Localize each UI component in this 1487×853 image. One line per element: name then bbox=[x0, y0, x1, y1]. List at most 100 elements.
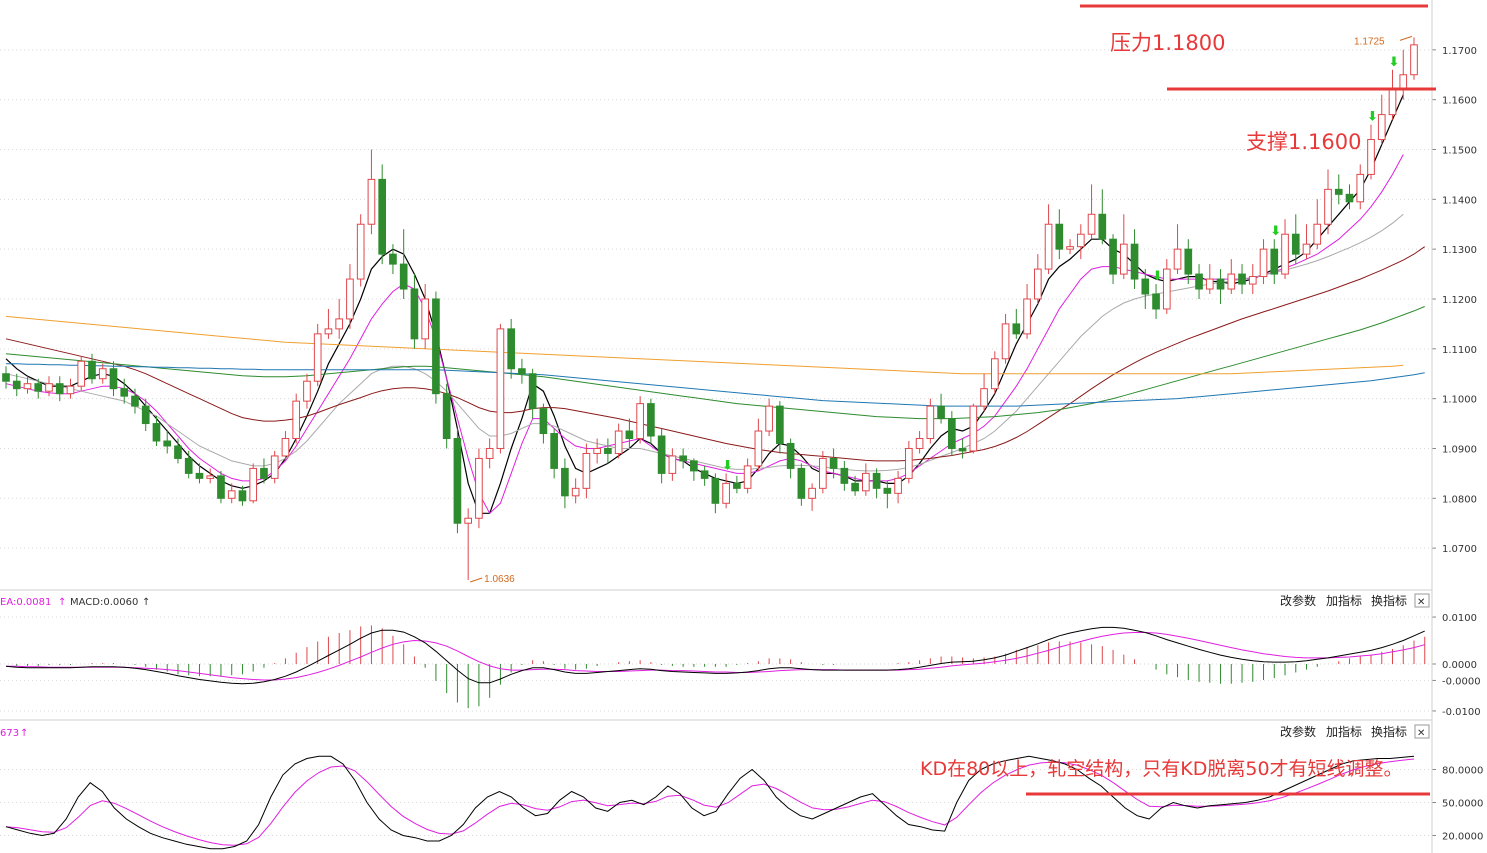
macd-switch-indicator-button[interactable]: 换指标 bbox=[1371, 593, 1407, 608]
candlestick bbox=[389, 244, 397, 275]
candle-body-up bbox=[905, 447, 913, 479]
candle-body-up bbox=[367, 178, 376, 225]
candle-body-up bbox=[722, 482, 730, 504]
price-tick-label: 1.1000 bbox=[1442, 395, 1477, 406]
candle-body-up bbox=[98, 368, 107, 380]
candlestick bbox=[1044, 204, 1053, 275]
candle-body-up bbox=[346, 278, 354, 320]
macd-tick-label: 0.0000 bbox=[1442, 660, 1477, 671]
dif-line bbox=[5, 626, 1425, 685]
price-tick-label: 1.1400 bbox=[1442, 195, 1477, 206]
kd-tick-label: 20.0000 bbox=[1442, 832, 1483, 843]
candle-body-up bbox=[1302, 243, 1311, 255]
candle-body-down bbox=[88, 360, 96, 380]
candle-body-down bbox=[141, 405, 150, 425]
candle-body-down bbox=[399, 263, 408, 290]
candlestick bbox=[1291, 214, 1300, 265]
dea-value-label: EA:0.0081 bbox=[0, 597, 51, 608]
macd-arrow-icon: ↑ bbox=[142, 597, 150, 608]
candlestick bbox=[1205, 264, 1214, 294]
candlestick bbox=[636, 396, 644, 444]
candle-body-down bbox=[217, 475, 225, 499]
candle-body-up bbox=[1119, 243, 1128, 275]
moving-average-line bbox=[5, 94, 1404, 514]
candle-body-up bbox=[270, 455, 279, 479]
candle-body-down bbox=[851, 482, 859, 492]
macd-add-indicator-button[interactable]: 加指标 bbox=[1326, 593, 1362, 608]
candlestick bbox=[1087, 184, 1096, 240]
candle-body-down bbox=[1152, 293, 1160, 310]
candle-body-up bbox=[1367, 139, 1375, 175]
candle-body-down bbox=[604, 447, 612, 454]
candlestick bbox=[1055, 209, 1064, 260]
candle-body-up bbox=[582, 452, 591, 489]
candle-body-down bbox=[786, 442, 795, 469]
candle-body-down bbox=[1055, 223, 1064, 250]
candlestick bbox=[700, 465, 709, 486]
candle-body-up bbox=[496, 328, 505, 449]
candle-body-down bbox=[1130, 243, 1139, 280]
candle-body-up bbox=[324, 328, 333, 335]
dea-line bbox=[6, 632, 1425, 681]
candlestick bbox=[442, 383, 451, 449]
candle-body-up bbox=[292, 400, 301, 440]
candle-body-down bbox=[829, 457, 838, 469]
high-marker-line bbox=[1399, 35, 1413, 41]
moving-average-line bbox=[6, 363, 1425, 407]
candle-body-up bbox=[1033, 268, 1042, 300]
candlestick bbox=[679, 448, 687, 469]
candle-body-up bbox=[1259, 248, 1268, 278]
candle-body-down bbox=[561, 467, 569, 497]
kd-switch-indicator-button[interactable]: 换指标 bbox=[1371, 724, 1407, 739]
candle-body-down bbox=[1345, 193, 1354, 203]
low-price-label: 1.0636 bbox=[484, 574, 515, 585]
kd-arrow-icon: ↑ bbox=[20, 728, 28, 739]
candle-body-down bbox=[840, 467, 849, 484]
candlestick bbox=[464, 508, 472, 581]
candle-body-down bbox=[12, 380, 21, 390]
candlestick bbox=[174, 438, 182, 464]
kd-change-params-button[interactable]: 改参数 bbox=[1280, 724, 1316, 739]
buy-signal-arrow-icon: ⬇ bbox=[1152, 268, 1163, 283]
candle-body-up bbox=[593, 447, 601, 454]
candlestick bbox=[324, 308, 333, 339]
candlestick bbox=[1076, 224, 1085, 260]
candlestick bbox=[1023, 284, 1031, 339]
candlestick bbox=[1130, 229, 1139, 290]
candle-body-down bbox=[184, 457, 193, 474]
candlestick bbox=[528, 368, 537, 419]
candle-body-down bbox=[1141, 278, 1150, 295]
candlestick bbox=[281, 431, 290, 461]
candle-body-up bbox=[894, 477, 902, 494]
kd-annotation: KD在80以上，轧空结构，只有KD脱离50才有短线调整。 bbox=[920, 758, 1403, 780]
kd-add-indicator-button[interactable]: 加指标 bbox=[1326, 724, 1362, 739]
price-tick-label: 1.1300 bbox=[1442, 245, 1477, 256]
candle-body-up bbox=[915, 438, 924, 449]
candle-body-up bbox=[227, 490, 236, 499]
candle-body-down bbox=[937, 405, 945, 420]
resistance-annotation: 压力1.1800 bbox=[1110, 31, 1225, 55]
candlestick bbox=[1313, 199, 1322, 250]
candle-body-up bbox=[1087, 213, 1096, 235]
candlestick bbox=[754, 418, 763, 471]
candlestick bbox=[485, 438, 494, 469]
macd-change-params-button[interactable]: 改参数 bbox=[1280, 593, 1316, 608]
candlestick bbox=[571, 478, 580, 504]
candlestick bbox=[1098, 189, 1107, 245]
candlestick bbox=[1356, 164, 1365, 210]
price-tick-label: 1.0700 bbox=[1442, 544, 1477, 555]
candlestick bbox=[367, 149, 376, 235]
candle-body-up bbox=[926, 405, 935, 440]
candle-body-down bbox=[195, 472, 204, 479]
buy-signal-arrow-icon: ⬇ bbox=[1270, 223, 1281, 238]
candlestick bbox=[743, 458, 752, 494]
candlestick bbox=[1281, 219, 1289, 280]
candle-body-down bbox=[528, 373, 537, 410]
candle-body-up bbox=[45, 383, 53, 392]
macd-tick-label: -0.0100 bbox=[1442, 707, 1481, 718]
candle-body-up bbox=[980, 388, 988, 407]
candlestick bbox=[582, 443, 591, 499]
buy-signal-arrow-icon: ⬇ bbox=[1389, 54, 1400, 69]
candle-body-up bbox=[862, 472, 870, 492]
candlestick bbox=[1152, 284, 1160, 319]
